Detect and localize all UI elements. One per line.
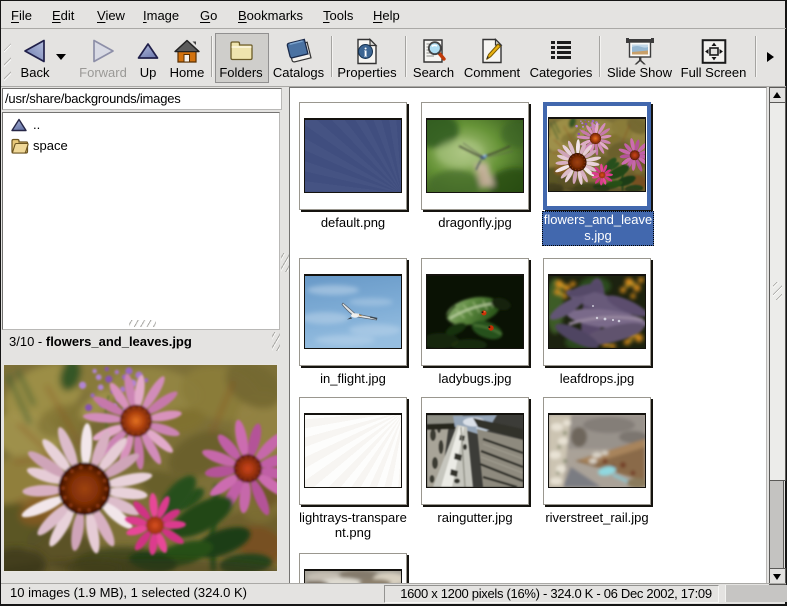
svg-text:i: i [364,44,368,59]
